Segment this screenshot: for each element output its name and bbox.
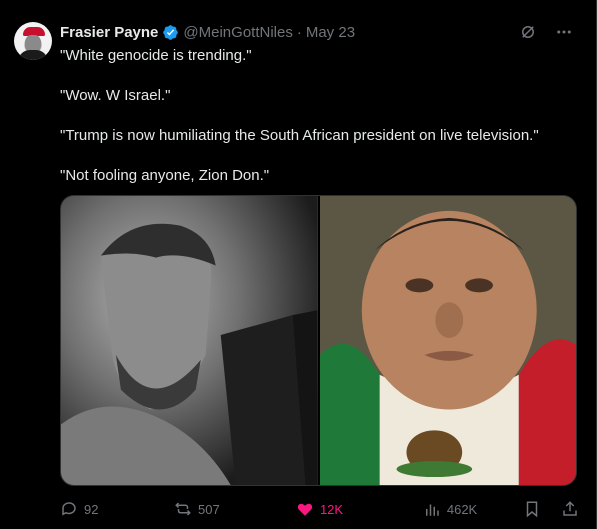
- author-name[interactable]: Frasier Payne: [60, 24, 158, 41]
- like-count: 12K: [319, 501, 344, 517]
- like-button[interactable]: 12K: [296, 500, 423, 518]
- tweet-paragraph: "Not fooling anyone, Zion Don.": [60, 167, 270, 184]
- author-handle[interactable]: @MeinGottNiles: [183, 24, 292, 41]
- reply-icon: [62, 502, 76, 516]
- left-photo[interactable]: [61, 196, 318, 485]
- reply-count: 92: [84, 501, 99, 517]
- views-button[interactable]: 462K: [423, 500, 522, 518]
- separator-dot: ·: [296, 23, 302, 41]
- retweet-icon: [175, 502, 191, 516]
- retweet-button[interactable]: 507: [174, 500, 296, 518]
- share-icon[interactable]: [560, 499, 580, 519]
- media-grid: [60, 195, 577, 486]
- more-icon[interactable]: [554, 22, 574, 42]
- avatar[interactable]: [14, 22, 52, 60]
- retweet-count: 507: [198, 501, 220, 517]
- tweet-paragraph: "Trump is now humiliating the South Afri…: [60, 127, 539, 144]
- secondary-actions: [522, 499, 580, 519]
- tweet-paragraph: "Wow. W Israel.": [60, 87, 171, 104]
- views-count: 462K: [446, 501, 478, 517]
- verified-badge-icon[interactable]: [162, 24, 179, 41]
- right-photo[interactable]: [319, 196, 576, 485]
- action-bar: 92 507 12K 462K: [60, 498, 580, 520]
- bookmark-icon[interactable]: [522, 499, 542, 519]
- reply-button[interactable]: 92: [60, 500, 174, 518]
- tweet-date[interactable]: May 23: [306, 24, 355, 41]
- header-actions: [518, 22, 574, 42]
- tweet[interactable]: Frasier Payne @MeinGottNiles · May 23 "W…: [0, 0, 597, 529]
- tweet-paragraph: "White genocide is trending.": [60, 47, 252, 64]
- grok-icon[interactable]: [518, 22, 538, 42]
- heart-icon: [297, 503, 313, 516]
- views-icon: [425, 504, 439, 516]
- tweet-text: "White genocide is trending." "Wow. W Is…: [60, 46, 580, 206]
- tweet-header: Frasier Payne @MeinGottNiles · May 23: [60, 22, 355, 42]
- avatar-body: [18, 50, 48, 60]
